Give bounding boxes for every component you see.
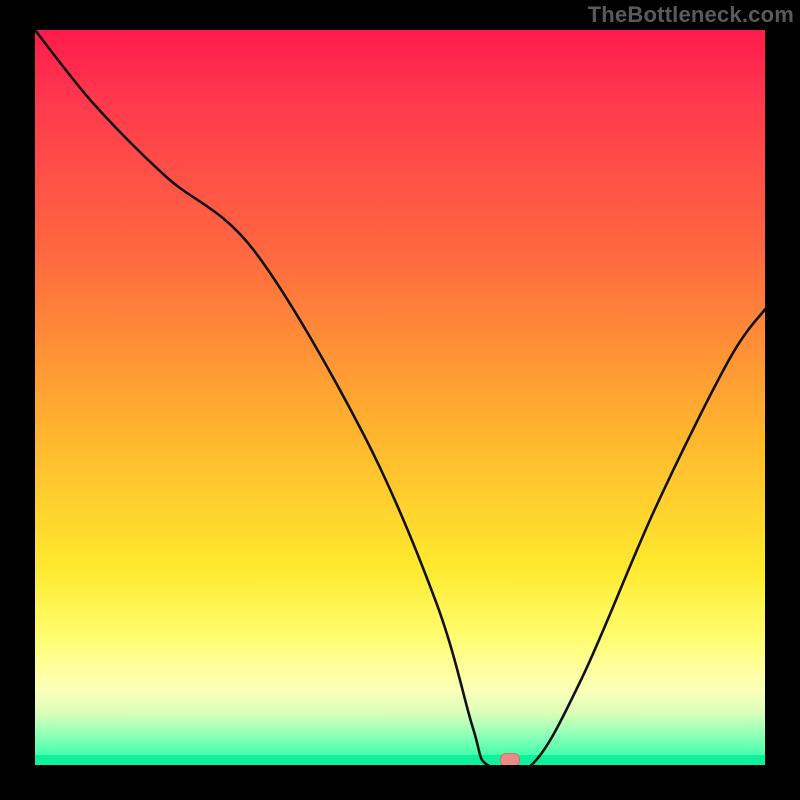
plot-area (35, 30, 765, 765)
optimal-marker (500, 753, 520, 765)
chart-frame: TheBottleneck.com (0, 0, 800, 800)
bottleneck-curve (35, 30, 765, 765)
curve-path (35, 30, 765, 765)
watermark-text: TheBottleneck.com (588, 2, 794, 28)
